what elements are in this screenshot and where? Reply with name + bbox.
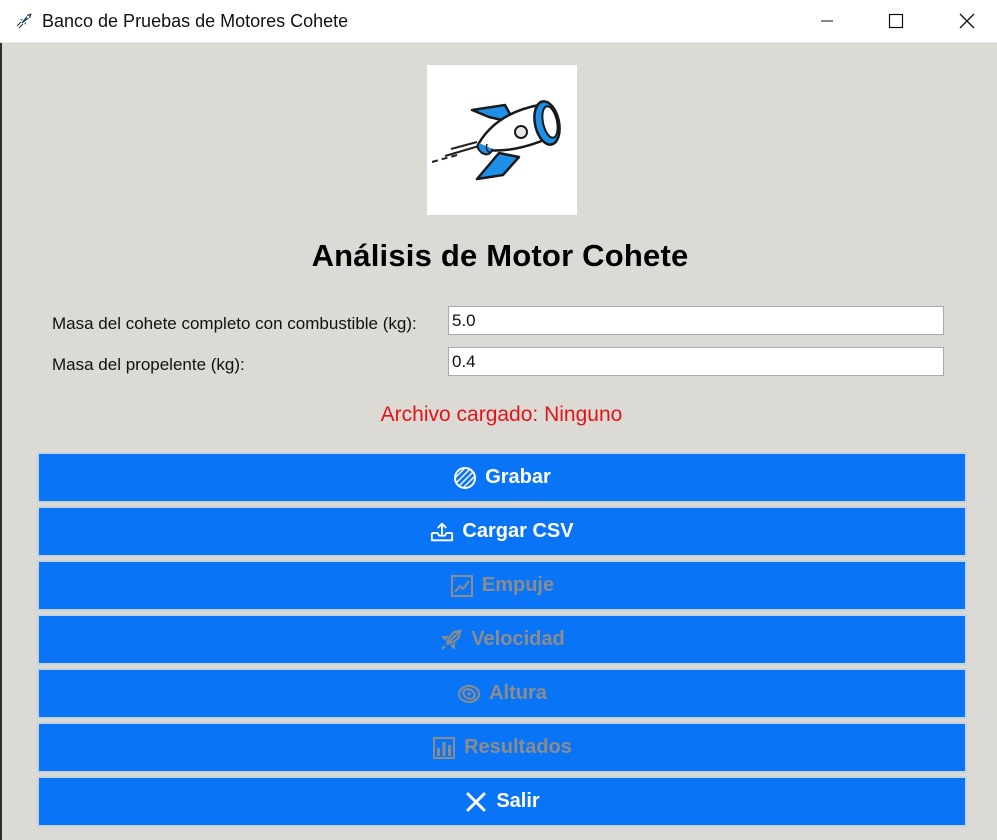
rocket-icon <box>431 100 561 181</box>
rocket-logo <box>427 65 577 215</box>
altitude-button[interactable]: Altura <box>37 668 967 719</box>
velocity-button-label: Velocidad <box>471 628 565 650</box>
exit-button[interactable]: Salir <box>37 776 967 827</box>
total-mass-label: Masa del cohete completo con combustible… <box>52 314 417 333</box>
app-rocket-icon <box>14 11 34 31</box>
maximize-icon <box>888 13 904 29</box>
results-button-label: Resultados <box>464 736 572 758</box>
line-chart-icon <box>450 574 474 598</box>
record-button-label: Grabar <box>485 466 551 488</box>
rocket-icon <box>439 628 463 652</box>
minimize-button[interactable] <box>792 0 862 42</box>
maximize-button[interactable] <box>861 0 931 42</box>
page-title: Análisis de Motor Cohete <box>311 238 689 273</box>
results-button[interactable]: Resultados <box>37 722 967 773</box>
propellant-mass-label: Masa del propelente (kg): <box>52 355 245 374</box>
close-window-button[interactable] <box>932 0 997 42</box>
exit-button-label: Salir <box>496 790 540 812</box>
altitude-button-label: Altura <box>489 682 547 704</box>
window-edge <box>0 42 2 840</box>
window-title: Banco de Pruebas de Motores Cohete <box>42 11 349 31</box>
propellant-mass-input[interactable] <box>448 347 944 376</box>
loaded-file-status: Archivo cargado: Ninguno <box>380 403 623 426</box>
minimize-icon <box>821 20 833 22</box>
record-icon <box>453 466 477 490</box>
load-csv-button[interactable]: Cargar CSV <box>37 506 967 557</box>
record-button[interactable]: Grabar <box>37 452 967 503</box>
bar-chart-icon <box>432 736 456 760</box>
load-csv-button-label: Cargar CSV <box>462 520 574 542</box>
thrust-button-label: Empuje <box>481 574 555 596</box>
velocity-button[interactable]: Velocidad <box>37 614 967 665</box>
thrust-button[interactable]: Empuje <box>37 560 967 611</box>
close-icon <box>464 790 488 814</box>
total-mass-input[interactable] <box>448 306 944 335</box>
orbit-icon <box>457 682 481 706</box>
upload-icon <box>430 520 454 544</box>
close-icon <box>959 13 975 29</box>
title-bar: Banco de Pruebas de Motores Cohete <box>0 0 997 43</box>
